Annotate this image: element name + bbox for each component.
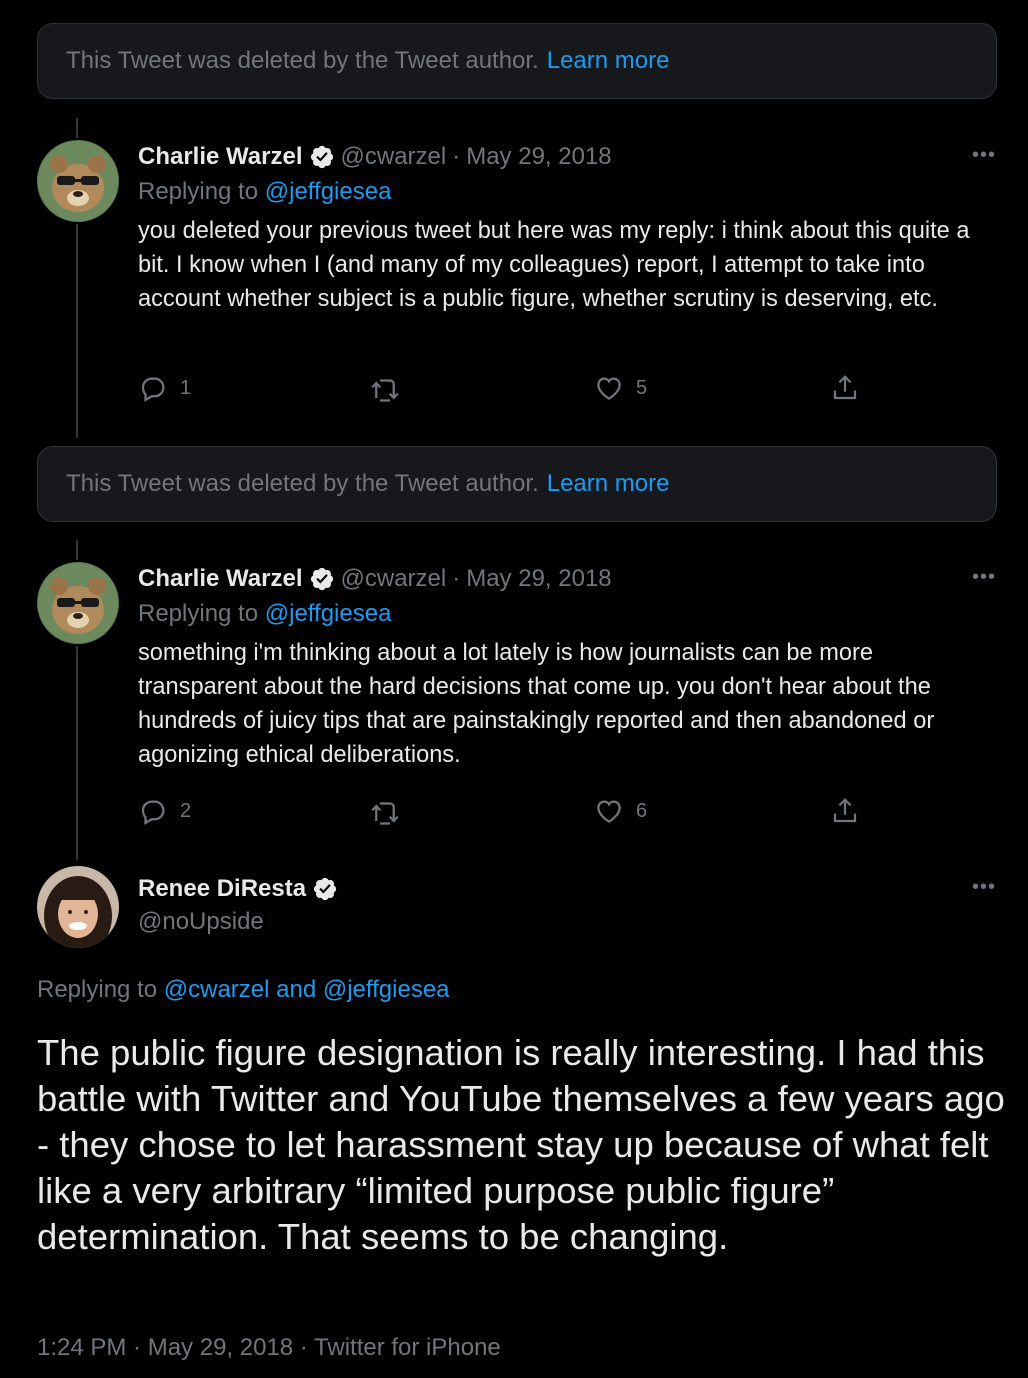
display-name[interactable]: Charlie Warzel (138, 565, 303, 593)
verified-badge-icon (310, 145, 333, 169)
replying-to: Replying to @jeffgiesea (138, 178, 998, 212)
share-icon (833, 375, 857, 400)
tweet-text: something i'm thinking about a lot latel… (138, 640, 935, 768)
reply-icon (141, 800, 165, 825)
replying-to-label: Replying to (138, 178, 259, 205)
bear-avatar-icon (37, 562, 119, 644)
like-count: 6 (636, 799, 648, 822)
reply-icon (141, 377, 165, 402)
tweet-text: you deleted your previous tweet but here… (138, 218, 970, 312)
tweet-actions: 2 6 (138, 796, 858, 830)
verified-badge-icon (313, 877, 337, 901)
avatar[interactable] (37, 866, 119, 948)
tweet-meta[interactable]: 1:24 PM · May 29, 2018 · Twitter for iPh… (37, 1334, 501, 1362)
reply-count: 1 (180, 376, 192, 399)
mention-link[interactable]: @jeffgiesea (265, 600, 392, 627)
share-button[interactable] (830, 796, 860, 826)
like-button[interactable]: 5 (594, 373, 647, 403)
like-icon (597, 800, 621, 823)
mention-link[interactable]: @cwarzel and @jeffgiesea (164, 976, 450, 1003)
tweet[interactable]: Charlie Warzel @cwarzel · May 29, 2018 •… (138, 140, 998, 316)
tweet[interactable]: Charlie Warzel @cwarzel · May 29, 2018 •… (138, 562, 998, 772)
main-tweet-text: The public figure designation is really … (37, 1032, 1005, 1257)
deleted-tweet-notice: This Tweet was deleted by the Tweet auth… (37, 23, 997, 99)
share-icon (833, 798, 857, 823)
main-tweet-header: Renee DiResta @noUpside ••• (138, 872, 998, 936)
deleted-tweet-notice: This Tweet was deleted by the Tweet auth… (37, 446, 997, 522)
replying-to-label: Replying to (37, 976, 158, 1003)
replying-to-label: Replying to (138, 600, 259, 627)
thread-connector (76, 540, 78, 560)
reply-button[interactable]: 2 (138, 796, 191, 826)
learn-more-link[interactable]: Learn more (547, 470, 670, 498)
separator: · (452, 143, 461, 170)
handle[interactable]: @cwarzel (341, 143, 447, 171)
share-button[interactable] (830, 373, 860, 403)
learn-more-link[interactable]: Learn more (547, 47, 670, 75)
avatar[interactable] (37, 140, 119, 222)
tweet-header: Charlie Warzel @cwarzel · May 29, 2018 (138, 140, 998, 174)
tweet-date[interactable]: May 29, 2018 (466, 565, 611, 593)
like-icon (597, 377, 621, 400)
mention-link[interactable]: @jeffgiesea (265, 178, 392, 205)
like-button[interactable]: 6 (594, 796, 647, 826)
thread-connector (76, 118, 78, 138)
like-count: 5 (636, 376, 648, 399)
verified-badge-icon (310, 567, 333, 591)
profile-photo-icon (37, 866, 119, 948)
replying-to: Replying to @jeffgiesea (138, 600, 998, 634)
retweet-button[interactable] (370, 373, 400, 403)
reply-button[interactable]: 1 (138, 373, 191, 403)
display-name[interactable]: Charlie Warzel (138, 143, 303, 171)
avatar[interactable] (37, 562, 119, 644)
retweet-button[interactable] (370, 796, 400, 826)
thread-connector (76, 646, 78, 860)
tweet-date[interactable]: May 29, 2018 (466, 143, 611, 171)
more-options-icon[interactable]: ••• (972, 144, 996, 167)
deleted-notice-text: This Tweet was deleted by the Tweet auth… (66, 47, 539, 74)
display-name[interactable]: Renee DiResta (138, 875, 306, 903)
handle[interactable]: @cwarzel (341, 565, 447, 593)
retweet-icon (371, 802, 399, 825)
thread-connector (76, 224, 78, 438)
more-options-icon[interactable]: ••• (972, 566, 996, 589)
replying-to: Replying to @cwarzel and @jeffgiesea (37, 976, 450, 1004)
more-options-icon[interactable]: ••• (972, 876, 996, 899)
tweet-actions: 1 5 (138, 373, 858, 407)
separator: · (452, 565, 461, 592)
deleted-notice-text: This Tweet was deleted by the Tweet auth… (66, 470, 539, 497)
reply-count: 2 (180, 799, 192, 822)
retweet-icon (371, 379, 399, 402)
bear-avatar-icon (37, 140, 119, 222)
handle[interactable]: @noUpside (138, 908, 998, 936)
tweet-header: Charlie Warzel @cwarzel · May 29, 2018 (138, 562, 998, 596)
